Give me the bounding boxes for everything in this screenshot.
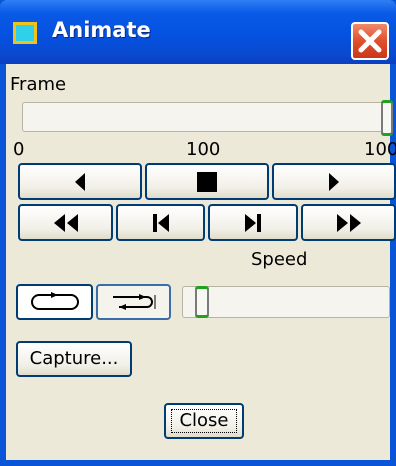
skip-last-icon (245, 213, 261, 232)
step-back-button[interactable] (18, 163, 142, 200)
play-button[interactable] (272, 163, 396, 200)
frame-slider-thumb[interactable] (381, 100, 393, 136)
frame-tick-mid: 100 (186, 139, 221, 160)
close-button-label: Close (179, 410, 229, 431)
rewind-button[interactable] (18, 204, 113, 241)
triangle-left-icon (75, 172, 85, 191)
speed-slider-thumb[interactable] (195, 286, 209, 318)
triangle-right-icon (329, 172, 339, 191)
skip-first-icon (152, 213, 169, 232)
first-frame-button[interactable] (116, 204, 205, 241)
bounce-icon (112, 294, 155, 310)
capture-button[interactable]: Capture... (16, 341, 132, 377)
app-icon (13, 22, 37, 44)
title-bar: Animate (0, 0, 396, 64)
stop-button[interactable] (145, 163, 269, 200)
loop-mode-button[interactable] (16, 284, 93, 320)
fast-forward-button[interactable] (301, 204, 396, 241)
double-right-icon (336, 213, 361, 232)
capture-button-label: Capture... (29, 348, 119, 369)
close-x-icon[interactable] (351, 22, 389, 60)
square-stop-icon (197, 171, 217, 192)
last-frame-button[interactable] (208, 204, 298, 241)
speed-label: Speed (251, 249, 308, 270)
double-left-icon (53, 213, 78, 232)
window-title: Animate (52, 18, 151, 42)
speed-slider[interactable] (182, 286, 390, 318)
frame-tick-max: 100 (364, 139, 396, 160)
frame-slider[interactable] (22, 100, 393, 136)
close-button[interactable]: Close (164, 403, 244, 439)
frame-tick-min: 0 (13, 139, 25, 160)
bounce-mode-button[interactable] (96, 284, 171, 320)
loop-icon (30, 292, 79, 310)
frame-label: Frame (10, 74, 67, 95)
